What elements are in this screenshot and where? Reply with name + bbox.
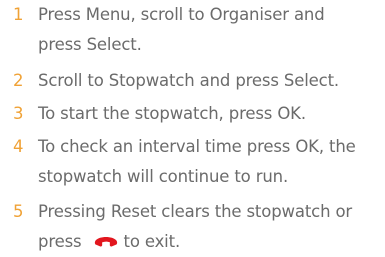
step-text: To start the stopwatch, press OK. (38, 99, 383, 129)
step-text: Scroll to Stopwatch and press Select. (38, 66, 383, 96)
step-text-after-icon: to exit. (123, 232, 181, 251)
step-number: 1 (13, 5, 24, 24)
step-number: 4 (13, 137, 24, 156)
end-call-icon (94, 234, 118, 248)
step-number: 3 (13, 104, 24, 123)
step-text-line: To check an interval time press OK, the (38, 137, 356, 156)
step-number: 5 (13, 202, 24, 221)
step-text: Press Menu, scroll to Organiser and pres… (38, 0, 383, 60)
step-text-line: Pressing Reset clears the stopwatch or (38, 202, 353, 221)
step-text: Pressing Reset clears the stopwatch or p… (38, 197, 383, 257)
step-text-line: stopwatch will continue to run. (38, 167, 289, 186)
step-text-line-with-icon: press to exit. (38, 227, 383, 257)
step-number: 2 (13, 71, 24, 90)
step-text-line: To start the stopwatch, press OK. (38, 104, 306, 123)
step-text-line: Scroll to Stopwatch and press Select. (38, 71, 340, 90)
step-text-line: press Select. (38, 35, 142, 54)
step-text: To check an interval time press OK, the … (38, 132, 383, 192)
step-text-before-icon: press (38, 232, 82, 251)
step-text-line: Press Menu, scroll to Organiser and (38, 5, 325, 24)
